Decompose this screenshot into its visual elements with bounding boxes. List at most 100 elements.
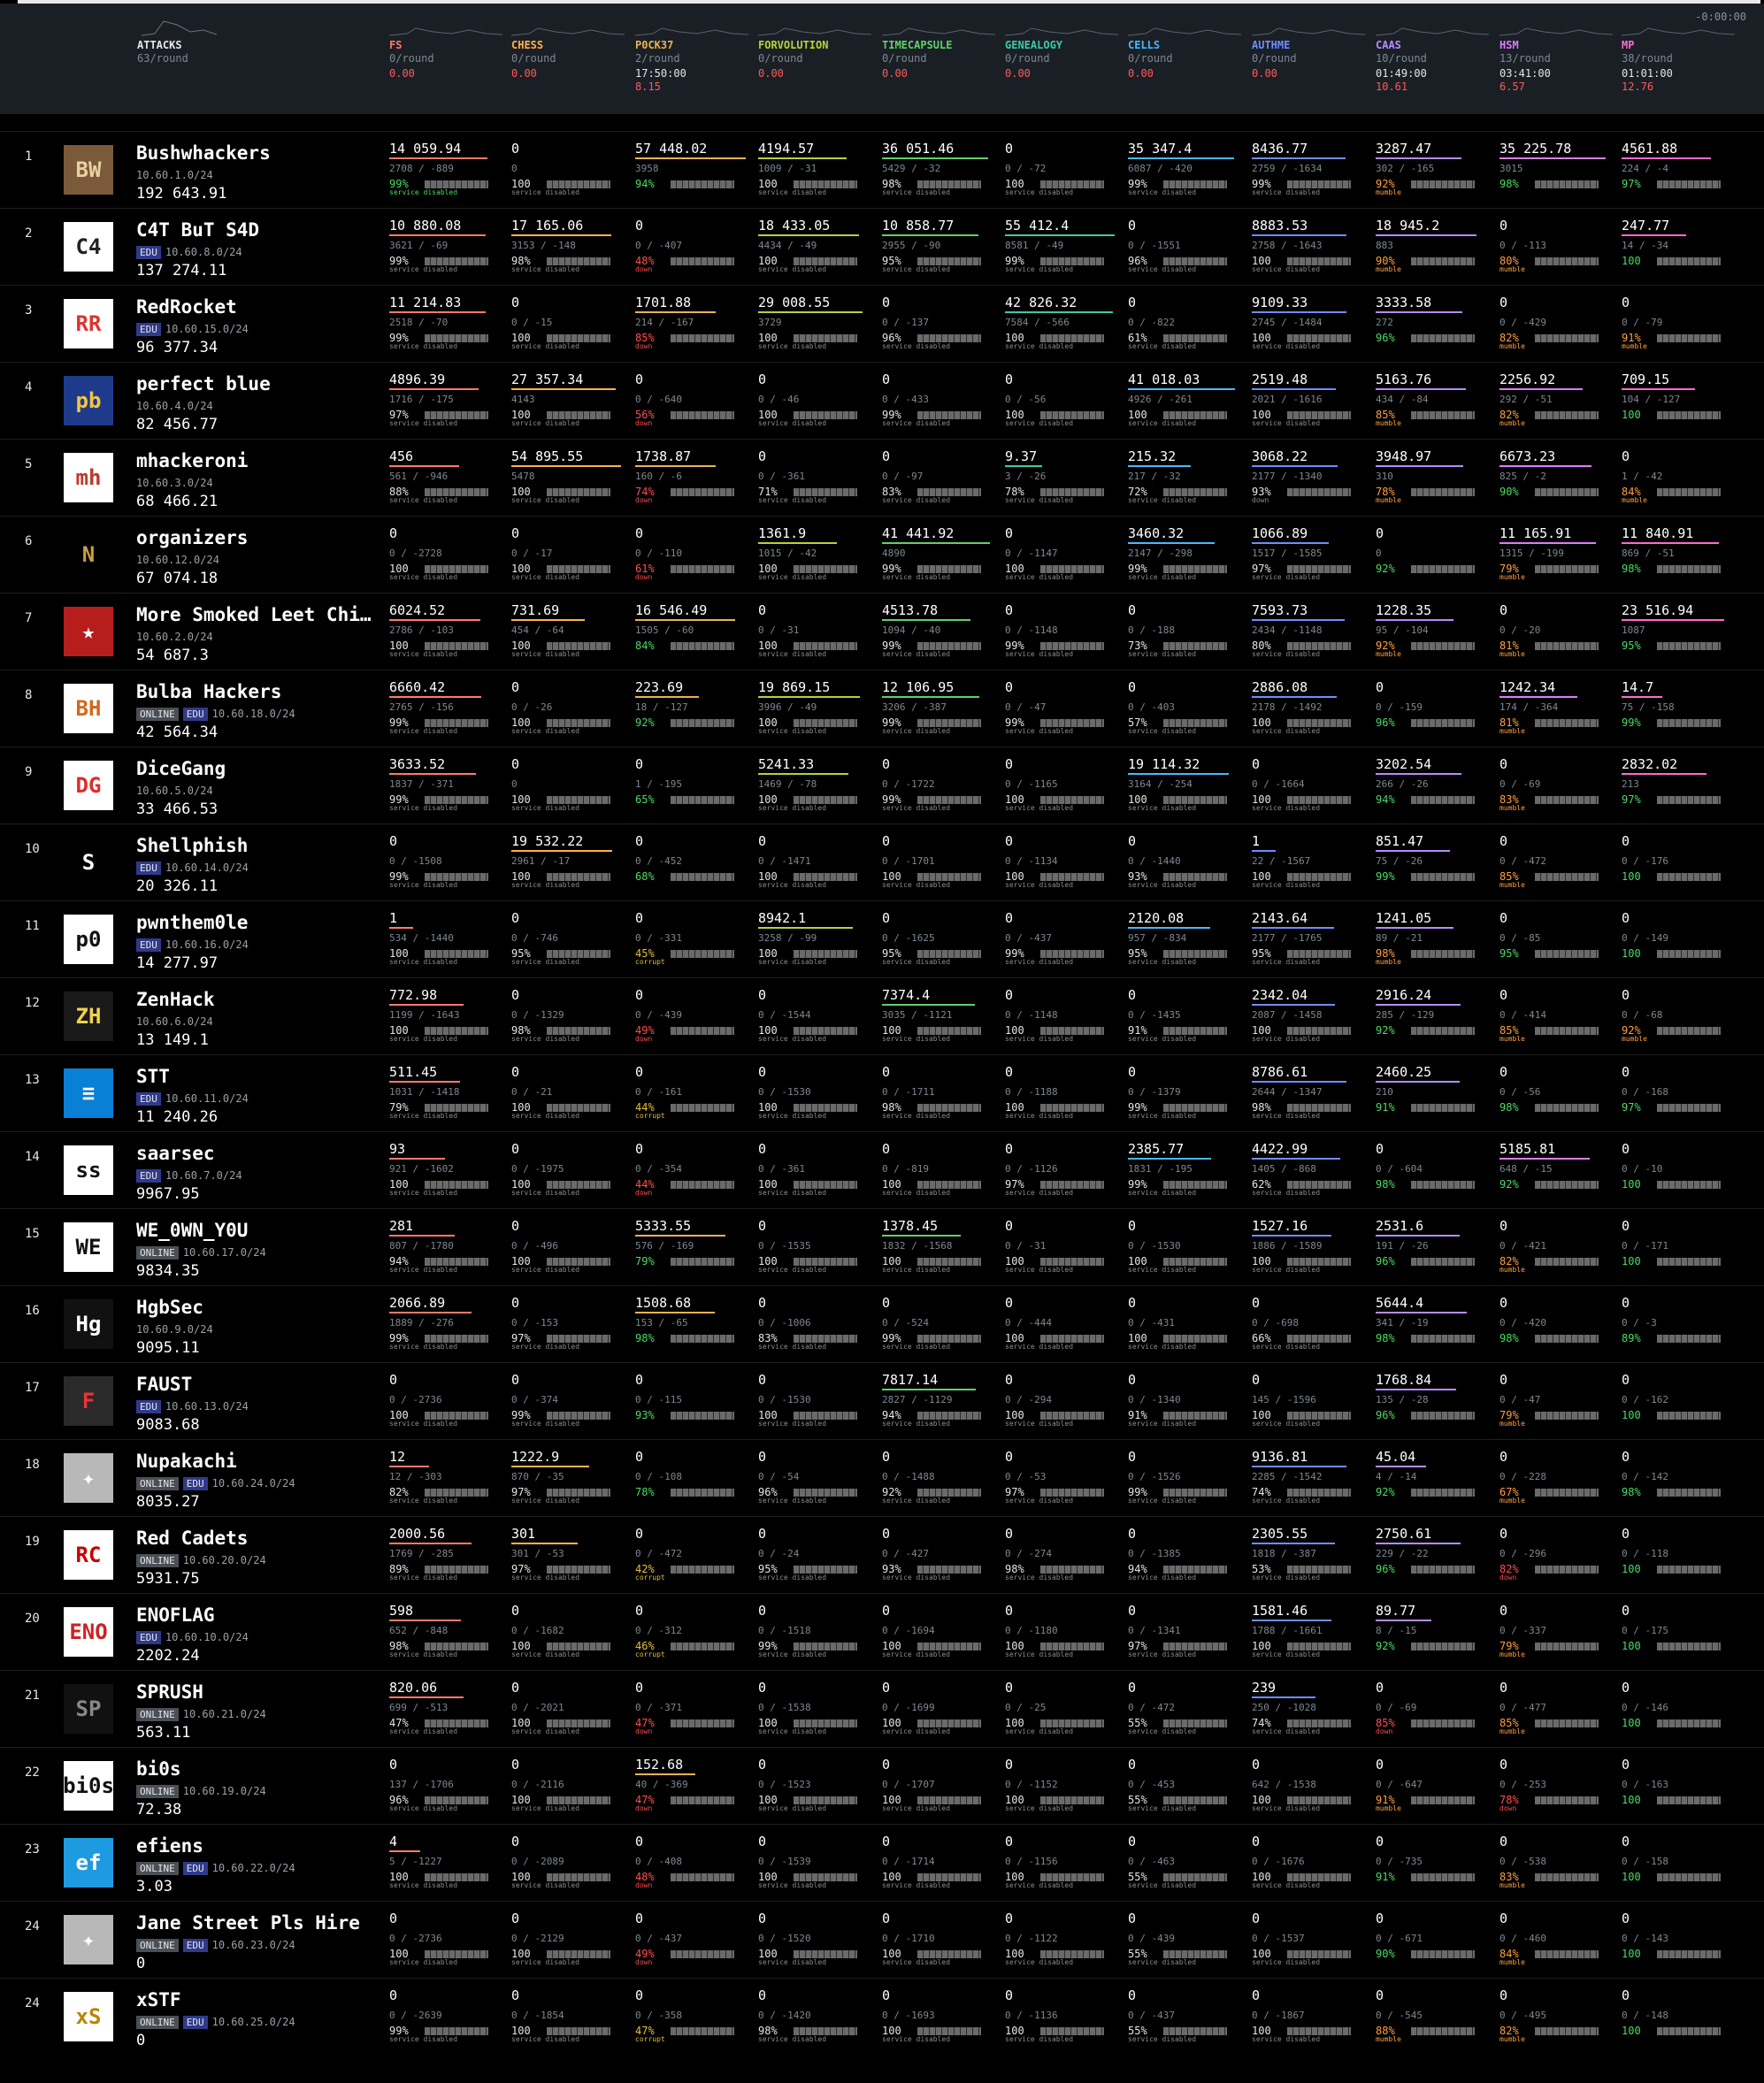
service-cell[interactable]: 00 / -1530 100 service disabled	[758, 1372, 878, 1439]
service-cell[interactable]: 01 / -42 84% mumble	[1622, 448, 1741, 516]
service-cell[interactable]: 7374.4 3035 / -1121 100 service disabled	[882, 987, 1001, 1054]
service-cell[interactable]: 4896.39 1716 / -175 97% service disabled	[389, 371, 509, 439]
service-cell[interactable]: 00 / -495 82% mumble	[1499, 1987, 1619, 2055]
service-cell[interactable]: 00 / -524 99% service disabled	[882, 1295, 1001, 1362]
service-cell[interactable]: 00 / -176 100	[1622, 833, 1741, 900]
team-row[interactable]: 16 Hg HgbSec 10.60.9.0/24 9095.11 2066.89 1889…	[0, 1285, 1764, 1363]
service-cell[interactable]: 17 165.06 3153 / -148 98% service disabled	[511, 218, 631, 285]
service-cell[interactable]: 00 / -421 82% mumble	[1499, 1218, 1619, 1285]
team-row[interactable]: 11 p0 pwnthem0le EDU 10.60.16.0/24 14 277.97 1…	[0, 900, 1764, 978]
service-cell[interactable]: 00 / -433 99% service disabled	[882, 371, 1001, 439]
service-cell[interactable]: 00 / -407 48% down	[635, 218, 755, 285]
service-cell[interactable]: 00 / -1551 96% service disabled	[1128, 218, 1247, 285]
service-cell[interactable]: 00 / -647 91% mumble	[1376, 1757, 1495, 1824]
service-cell[interactable]: 00 / -463 55% service disabled	[1128, 1834, 1247, 1901]
service-cell[interactable]: 00 / -1152 100 service disabled	[1005, 1757, 1124, 1824]
service-header-7[interactable]: AUTHME 0/round 0.00	[1252, 39, 1297, 80]
service-cell[interactable]: 4513.78 1094 / -40 99% service disabled	[882, 602, 1001, 670]
team-name[interactable]: perfect blue	[136, 373, 271, 394]
team-row[interactable]: 8 BH Bulba Hackers ONLINE EDU 10.60.18.0/24 42…	[0, 670, 1764, 747]
service-cell[interactable]: 1228.35 95 / -104 92% mumble	[1376, 602, 1495, 670]
service-cell[interactable]: 152.68 40 / -369 47% down	[635, 1757, 755, 1824]
service-cell[interactable]: 2305.55 1818 / -387 53% service disabled	[1252, 1526, 1371, 1593]
service-cell[interactable]: 00 / -1188 100 service disabled	[1005, 1064, 1124, 1131]
service-cell[interactable]: 00 / -2129 100 service disabled	[511, 1911, 631, 1978]
service-cell[interactable]: 8436.77 2759 / -1634 99% service disabled	[1252, 141, 1371, 208]
service-cell[interactable]: 00 / -431 100 service disabled	[1128, 1295, 1247, 1362]
service-cell[interactable]: 00 / -47 99% service disabled	[1005, 679, 1124, 747]
service-cell[interactable]: 00 / -149 100	[1622, 910, 1741, 977]
service-cell[interactable]: 00 / -1539 100 service disabled	[758, 1834, 878, 1901]
team-name[interactable]: mhackeroni	[136, 450, 248, 471]
service-cell[interactable]: 00 / -1148 99% service disabled	[1005, 602, 1124, 670]
service-cell[interactable]: 00 / -1714 100 service disabled	[882, 1834, 1001, 1901]
service-cell[interactable]: 11 165.91 1315 / -199 79% mumble	[1499, 525, 1619, 593]
service-cell[interactable]: 6673.23 825 / -2 90%	[1499, 448, 1619, 516]
service-cell[interactable]: 00 / -56 98%	[1499, 1064, 1619, 1131]
service-cell[interactable]: 2832.02 213 97%	[1622, 756, 1741, 823]
service-cell[interactable]: 2531.6 191 / -26 96%	[1376, 1218, 1495, 1285]
service-cell[interactable]: 00 / -1711 98% service disabled	[882, 1064, 1001, 1131]
team-name[interactable]: Red Cadets	[136, 1528, 248, 1549]
service-cell[interactable]: 41 018.03 4926 / -261 100 service disabled	[1128, 371, 1247, 439]
service-cell[interactable]: 0 0 100 service disabled	[511, 756, 631, 823]
service-cell[interactable]: 00 / -113 80% mumble	[1499, 218, 1619, 285]
service-cell[interactable]: 00 / -1435 91% service disabled	[1128, 987, 1247, 1054]
service-cell[interactable]: 1361.9 1015 / -42 100 service disabled	[758, 525, 878, 593]
service-cell[interactable]: 2519.48 2021 / -1616 100 service disabled	[1252, 371, 1371, 439]
service-cell[interactable]: 00 / -1535 100 service disabled	[758, 1218, 878, 1285]
service-cell[interactable]: 00 / -1165 100 service disabled	[1005, 756, 1124, 823]
team-row[interactable]: 10 S Shellphish EDU 10.60.14.0/24 20 326.11 0 0…	[0, 823, 1764, 901]
service-cell[interactable]: 00 / -31 100 service disabled	[1005, 1218, 1124, 1285]
service-cell[interactable]: 00 / -31 100 service disabled	[758, 602, 878, 670]
service-cell[interactable]: 12 12 / -303 82% service disabled	[389, 1449, 509, 1516]
service-cell[interactable]: 851.47 75 / -26 99%	[1376, 833, 1495, 900]
service-cell[interactable]: 00 / -1854 100 service disabled	[511, 1987, 631, 2055]
service-cell[interactable]: 5163.76 434 / -84 85% mumble	[1376, 371, 1495, 439]
service-cell[interactable]: 00 / -158 100	[1622, 1834, 1741, 1901]
service-cell[interactable]: 3333.58 272 96%	[1376, 295, 1495, 362]
service-cell[interactable]: 00 / -698 66% service disabled	[1252, 1295, 1371, 1362]
team-row[interactable]: 4 pb perfect blue 10.60.4.0/24 82 456.77 4896…	[0, 362, 1764, 440]
service-cell[interactable]: 1 22 / -1567 100 service disabled	[1252, 833, 1371, 900]
service-header-5[interactable]: GENEALOGY 0/round 0.00	[1005, 39, 1062, 80]
team-row[interactable]: 6 Norganizers 10.60.12.0/24 67 074.18 0 0 / -…	[0, 516, 1764, 594]
service-cell[interactable]: 9136.81 2285 / -1542 74% service disabled	[1252, 1449, 1371, 1516]
service-cell[interactable]: 00 / -1530 100 service disabled	[758, 1064, 878, 1131]
service-cell[interactable]: 00 / -2116 100 service disabled	[511, 1757, 631, 1824]
service-cell[interactable]: 6024.52 2786 / -103 100 service disabled	[389, 602, 509, 670]
service-cell[interactable]: 14 059.94 2708 / -889 99% service disabled	[389, 141, 509, 208]
service-cell[interactable]: 00 / -437 55% service disabled	[1128, 1987, 1247, 2055]
service-cell[interactable]: 00 / -115 93%	[635, 1372, 755, 1439]
service-cell[interactable]: 45 / -1227 100 service disabled	[389, 1834, 509, 1901]
service-header-3[interactable]: FORVOLUTION 0/round 0.00	[758, 39, 828, 80]
service-cell[interactable]: 00 / -1006 83% service disabled	[758, 1295, 878, 1362]
service-cell[interactable]: 00 / -472 42% corrupt	[635, 1526, 755, 1593]
service-cell[interactable]: 00 / -822 61% service disabled	[1128, 295, 1247, 362]
service-cell[interactable]: 00 / -453 55% service disabled	[1128, 1757, 1247, 1824]
service-cell[interactable]: 00 / -2736 100 service disabled	[389, 1911, 509, 1978]
service-cell[interactable]: 00 / -2639 99% service disabled	[389, 1987, 509, 2055]
service-cell[interactable]: 12 106.95 3206 / -387 99% service disabled	[882, 679, 1001, 747]
service-cell[interactable]: 00 / -1693 100 service disabled	[882, 1987, 1001, 2055]
service-cell[interactable]: 301 301 / -53 97% service disabled	[511, 1526, 631, 1593]
service-cell[interactable]: 3287.47 302 / -165 92% mumble	[1376, 141, 1495, 208]
service-cell[interactable]: 00 / -2089 100 service disabled	[511, 1834, 631, 1901]
service-cell[interactable]: 00 / -188 73% service disabled	[1128, 602, 1247, 670]
service-cell[interactable]: 1222.9 870 / -35 97% service disabled	[511, 1449, 631, 1516]
service-cell[interactable]: 2342.04 2087 / -1458 100 service disabled	[1252, 987, 1371, 1054]
service-cell[interactable]: 00 / -2736 100 service disabled	[389, 1372, 509, 1439]
service-cell[interactable]: 2066.89 1889 / -276 99% service disabled	[389, 1295, 509, 1362]
service-cell[interactable]: 00 / -118 100	[1622, 1526, 1741, 1593]
service-cell[interactable]: 00 / -437 99% service disabled	[1005, 910, 1124, 977]
service-cell[interactable]: 00 / -274 98% service disabled	[1005, 1526, 1124, 1593]
team-row[interactable]: 19 RC Red Cadets ONLINE 10.60.20.0/24 5931.75…	[0, 1516, 1764, 1594]
service-cell[interactable]: 00 / -1440 93% service disabled	[1128, 833, 1247, 900]
service-cell[interactable]: 00 / -1329 98% service disabled	[511, 987, 631, 1054]
service-cell[interactable]: 00 / -1701 100 service disabled	[882, 833, 1001, 900]
service-cell[interactable]: 1066.89 1517 / -1585 97% service disabled	[1252, 525, 1371, 593]
service-cell[interactable]: 00 / -175 100	[1622, 1603, 1741, 1670]
service-cell[interactable]: 00 / -361 100 service disabled	[758, 1141, 878, 1208]
service-header-0[interactable]: FS 0/round 0.00	[389, 39, 434, 80]
service-cell[interactable]: 00 / -17 100 service disabled	[511, 525, 631, 593]
